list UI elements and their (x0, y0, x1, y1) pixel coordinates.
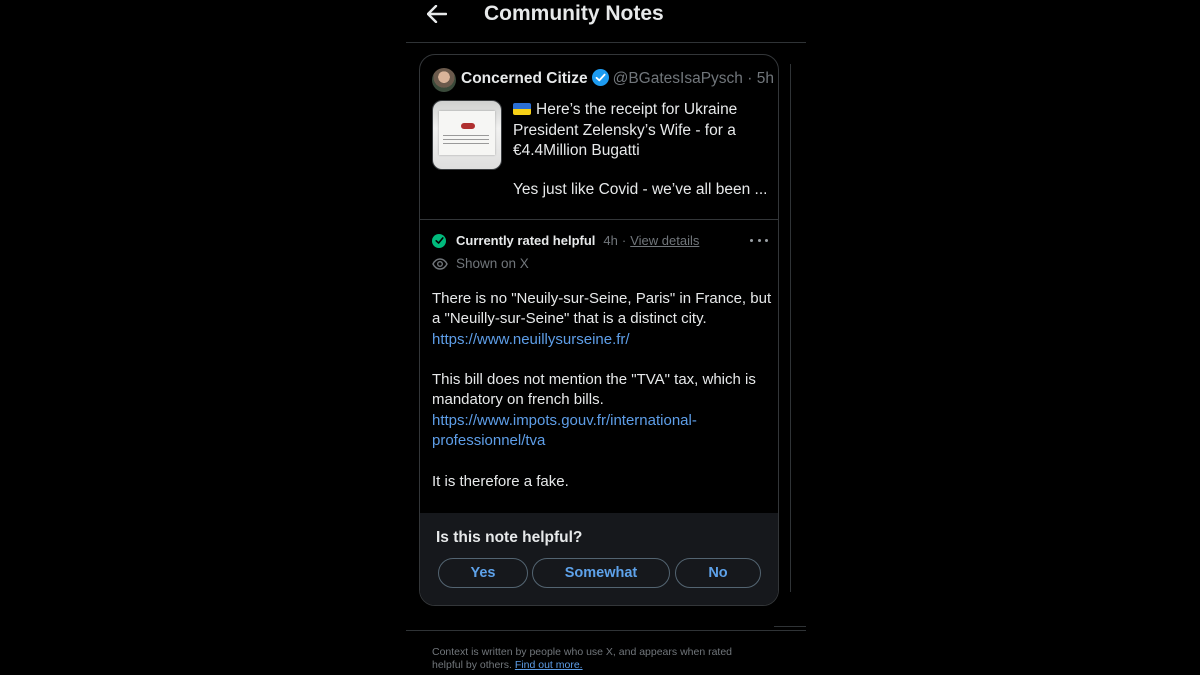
somewhat-button[interactable]: Somewhat (532, 558, 670, 588)
receipt-lines (443, 135, 489, 147)
note-paragraph-2: This bill does not mention the "TVA" tax… (432, 371, 756, 409)
yes-button[interactable]: Yes (438, 558, 528, 588)
back-button[interactable] (424, 2, 450, 26)
quoted-tweet[interactable]: Concerned Citize @BGatesIsaPysch · 5h Her… (420, 55, 778, 220)
note-body: There is no "Neuily-sur-Seine, Paris" in… (432, 289, 772, 512)
tweet-text-continued: Yes just like Covid - we’ve all been ... (513, 181, 768, 198)
checkmark-icon (432, 233, 446, 248)
author-name[interactable]: Concerned Citize (461, 70, 588, 87)
receipt-image (439, 111, 495, 155)
tweet-time-separator: · (747, 70, 753, 87)
receipt-logo (461, 123, 475, 129)
back-arrow-icon (427, 5, 447, 23)
tweet-text-main: Here’s the receipt for Ukraine President… (513, 101, 738, 159)
more-dots-icon[interactable] (750, 239, 768, 245)
divider (790, 64, 791, 592)
top-bar: Community Notes (406, 0, 806, 43)
rating-question: Is this note helpful? (436, 529, 583, 546)
verified-badge-icon (591, 69, 609, 86)
ukraine-flag-icon (513, 103, 531, 115)
divider (406, 630, 806, 631)
divider (774, 626, 806, 627)
community-notes-screen: Community Notes Concerned Citize @BGatesI… (406, 0, 806, 675)
avatar[interactable] (432, 68, 456, 92)
author-handle[interactable]: @BGatesIsaPysch (613, 70, 743, 87)
note-link-1[interactable]: https://www.neuillysurseine.fr/ (432, 331, 630, 348)
no-button[interactable]: No (675, 558, 761, 588)
tweet-time: 5h (756, 70, 774, 87)
shown-on-label: Shown on X (456, 256, 529, 271)
note-separator: · (621, 233, 627, 248)
footer-text: Context is written by people who use X, … (432, 646, 762, 671)
note-link-2[interactable]: https://www.impots.gouv.fr/international… (432, 412, 697, 449)
view-details-link[interactable]: View details (630, 233, 699, 248)
shown-on-x: Shown on X (432, 256, 529, 271)
find-out-more-link[interactable]: Find out more. (515, 659, 583, 671)
rating-panel: Is this note helpful? Yes Somewhat No (420, 513, 778, 605)
note-paragraph-1: There is no "Neuily-sur-Seine, Paris" in… (432, 290, 772, 328)
tweet-text: Here’s the receipt for Ukraine President… (513, 100, 771, 162)
tweet-author-row: Concerned Citize @BGatesIsaPysch · 5h (461, 69, 774, 88)
eye-icon (432, 257, 448, 270)
tweet-image[interactable] (432, 100, 502, 170)
status-label: Currently rated helpful (456, 233, 596, 248)
page-title: Community Notes (484, 2, 664, 25)
note-status: Currently rated helpful 4h · View detail… (432, 233, 699, 248)
note-time: 4h (603, 233, 618, 248)
note-card: Concerned Citize @BGatesIsaPysch · 5h Her… (419, 54, 779, 606)
note-paragraph-3: It is therefore a fake. (432, 472, 569, 490)
